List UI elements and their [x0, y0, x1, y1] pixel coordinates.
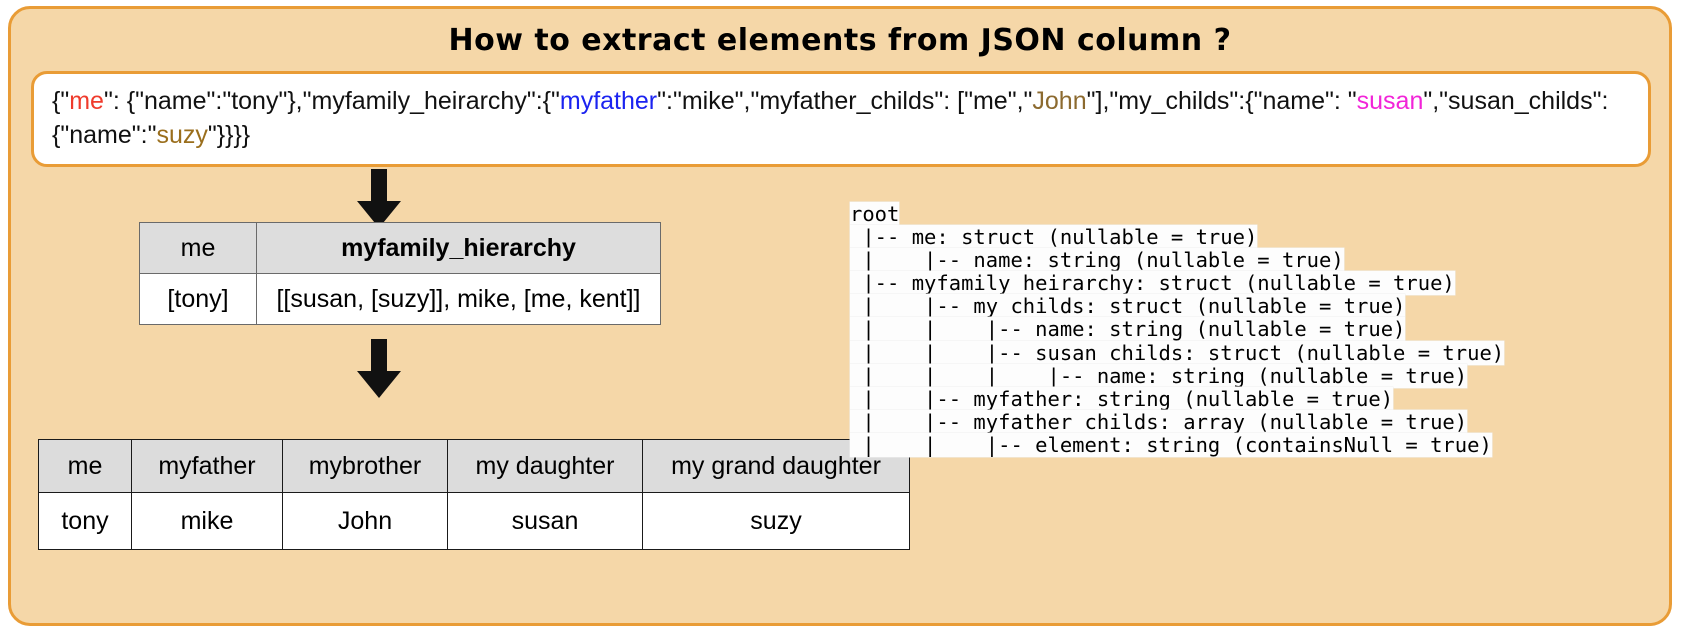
schema-line-5: | | |-- name: string (nullable = true): [850, 317, 1406, 342]
schema-line-4: | |-- my_childs: struct (nullable = true…: [850, 294, 1406, 319]
table1-header-1: myfamily_hierarchy: [256, 222, 661, 274]
table-row: tony mike John susan suzy: [38, 492, 910, 550]
json-token-4: ":"mike","myfather_childs": ["me",": [657, 87, 1033, 115]
json-token-2: ": {"name":"tony"},"myfamily_heirarchy":…: [103, 87, 560, 115]
schema-line-0: root: [850, 202, 900, 226]
slide-panel: How to extract elements from JSON column…: [8, 6, 1672, 626]
table1-cell-0-0: [tony]: [139, 273, 257, 325]
json-sample-box: {"me": {"name":"tony"},"myfamily_heirarc…: [31, 71, 1651, 167]
schema-line-6: | | |-- susan_childs: struct (nullable =…: [850, 340, 1505, 365]
json-token-0: {": [52, 87, 70, 115]
schema-line-3: |-- myfamily_heirarchy: struct (nullable…: [850, 271, 1455, 296]
table1-cell-0-1: [[susan, [suzy]], mike, [me, kent]]: [256, 273, 661, 325]
table1-header-0: me: [139, 222, 257, 274]
table-header-row: me myfather mybrother my daughter my gra…: [38, 439, 910, 493]
table2-cell-0-2: John: [282, 492, 448, 550]
down-arrow-icon-2: [357, 339, 401, 398]
schema-line-10: | | |-- element: string (containsNull = …: [850, 432, 1492, 457]
schema-line-2: | |-- name: string (nullable = true): [850, 248, 1344, 273]
json-token-3: myfather: [559, 87, 658, 115]
table2-header-0: me: [38, 439, 132, 493]
json-token-5: John: [1032, 87, 1087, 115]
table2-header-2: mybrother: [282, 439, 448, 493]
schema-line-7: | | | |-- name: string (nullable = true): [850, 363, 1468, 388]
table-row: [tony] [[susan, [suzy]], mike, [me, kent…: [139, 273, 661, 325]
table2-cell-0-0: tony: [38, 492, 132, 550]
table2-header-1: myfather: [131, 439, 283, 493]
schema-line-9: | |-- myfather_childs: array (nullable =…: [850, 409, 1468, 434]
json-token-10: "}}}}: [207, 121, 251, 149]
table2-cell-0-1: mike: [131, 492, 283, 550]
json-token-7: susan: [1356, 87, 1424, 115]
json-token-1: me: [69, 87, 104, 115]
table2-header-3: my daughter: [447, 439, 643, 493]
intermediate-table: me myfamily_hierarchy [tony] [[susan, [s…: [139, 222, 661, 325]
schema-line-8: | |-- myfather: string (nullable = true): [850, 386, 1394, 411]
schema-line-1: |-- me: struct (nullable = true): [850, 225, 1258, 250]
json-token-9: suzy: [156, 121, 208, 149]
table-header-row: me myfamily_hierarchy: [139, 222, 661, 274]
down-arrow-icon-1: [357, 169, 401, 228]
json-token-6: "],"my_childs":{"name": ": [1086, 87, 1357, 115]
schema-tree-output: root |-- me: struct (nullable = true) | …: [850, 202, 1505, 457]
result-table: me myfather mybrother my daughter my gra…: [38, 439, 910, 550]
table2-cell-0-4: suzy: [642, 492, 910, 550]
table2-cell-0-3: susan: [447, 492, 643, 550]
page-title: How to extract elements from JSON column…: [448, 23, 1232, 58]
